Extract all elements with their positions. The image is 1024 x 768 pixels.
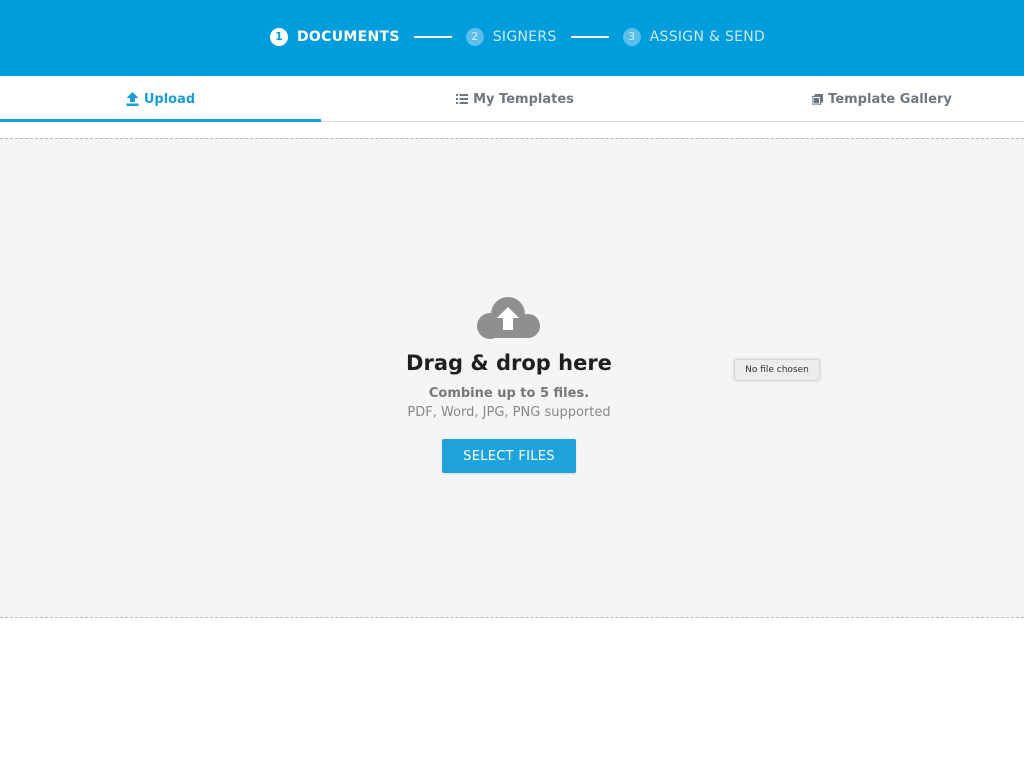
step-label: DOCUMENTS <box>297 29 400 45</box>
stepper-header: 1 DOCUMENTS 2 SIGNERS 3 ASSIGN & SEND <box>0 0 1024 76</box>
file-limit-text: Combine up to 5 files. <box>428 386 590 401</box>
step-label: ASSIGN & SEND <box>649 29 766 45</box>
tab-label: My Templates <box>473 91 574 107</box>
tab-template-gallery[interactable]: Template Gallery <box>740 76 1024 122</box>
step-number: 3 <box>622 28 641 46</box>
step-number: 2 <box>465 28 484 46</box>
step-assign-send[interactable]: 3 ASSIGN & SEND <box>622 28 766 46</box>
active-tab-indicator <box>0 119 321 122</box>
step-connector <box>413 36 452 38</box>
step-signers[interactable]: 2 SIGNERS <box>465 28 557 46</box>
stepper: 1 DOCUMENTS 2 SIGNERS 3 ASSIGN & SEND <box>270 26 765 48</box>
tab-my-templates[interactable]: My Templates <box>340 76 690 122</box>
step-connector <box>570 36 609 38</box>
tab-label: Upload <box>143 91 196 107</box>
step-number: 1 <box>270 28 288 46</box>
list-icon <box>456 94 469 104</box>
cloud-upload-icon <box>474 295 544 343</box>
drop-title: Drag & drop here <box>406 351 612 375</box>
upload-arrow-icon <box>126 92 139 106</box>
tab-label: Template Gallery <box>828 91 952 107</box>
supported-formats-text: PDF, Word, JPG, PNG supported <box>407 405 611 420</box>
file-input-status[interactable]: No file chosen <box>734 359 820 381</box>
tab-upload[interactable]: Upload <box>0 76 321 122</box>
select-files-button[interactable]: SELECT FILES <box>442 439 576 473</box>
step-label: SIGNERS <box>492 29 557 45</box>
file-dropzone[interactable]: Drag & drop here Combine up to 5 files. … <box>0 138 1024 618</box>
gallery-icon <box>812 93 824 105</box>
step-documents[interactable]: 1 DOCUMENTS <box>270 28 400 46</box>
source-tabs: Upload My Templates Template Gallery <box>0 76 1024 122</box>
